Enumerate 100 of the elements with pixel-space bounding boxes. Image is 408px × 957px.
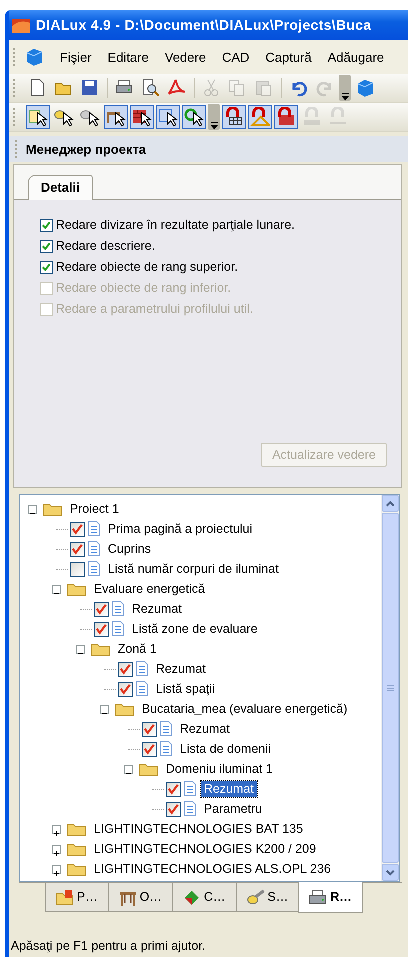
expander-button[interactable] <box>52 824 61 834</box>
checkbox[interactable] <box>70 522 85 536</box>
caret-icon <box>386 500 395 506</box>
document-icon <box>88 561 101 577</box>
window-title: DIALux 4.9 - D:\Document\DIALux\Projects\Buca <box>36 17 372 33</box>
toolbar-button[interactable] <box>130 105 154 129</box>
tree-item[interactable]: Zonă 1 <box>115 641 160 657</box>
toolbar-overflow-button[interactable] <box>339 75 351 101</box>
checkbox[interactable] <box>40 240 53 252</box>
magnet-icon <box>302 107 322 127</box>
magnet-icon <box>328 107 348 127</box>
toolbar-button[interactable] <box>26 105 50 129</box>
folder-icon <box>139 762 159 776</box>
folder-icon <box>67 842 87 856</box>
expander-button[interactable] <box>52 844 61 854</box>
document-icon <box>136 661 149 677</box>
expander-button[interactable] <box>76 644 85 654</box>
tree-item[interactable]: Listă număr corpuri de iluminat <box>105 561 282 577</box>
folder-icon <box>43 502 63 516</box>
tab[interactable]: C… <box>172 883 237 912</box>
checkbox[interactable] <box>94 622 109 636</box>
pointer-icon <box>184 107 204 127</box>
tab[interactable]: S… <box>236 883 300 912</box>
tree-item[interactable]: LIGHTINGTECHNOLOGIES BAT 135 <box>91 821 306 837</box>
tree-item[interactable]: Rezumat <box>129 601 186 617</box>
checkbox-label: Redare descriere. <box>56 239 156 253</box>
document-icon <box>184 781 197 797</box>
toolbar-button[interactable] <box>104 105 128 129</box>
tab[interactable]: O… <box>108 883 174 912</box>
pointer-icon <box>132 107 152 127</box>
cube-icon <box>355 78 375 98</box>
folder-icon <box>67 822 87 836</box>
panel-title: Менеджер проекта <box>26 142 146 156</box>
scroll-down-button[interactable] <box>382 864 399 881</box>
tree-item[interactable]: Domeniu iluminat 1 <box>163 761 276 777</box>
checkbox[interactable] <box>70 542 85 556</box>
magnet-icon <box>250 107 270 127</box>
magnet-icon <box>276 107 296 127</box>
tree-item[interactable]: Listă spaţii <box>153 681 218 697</box>
tab[interactable]: P… <box>45 883 109 912</box>
tree-item[interactable]: Rezumat <box>177 721 234 737</box>
tree-item[interactable]: Cuprins <box>105 541 154 557</box>
tree-item[interactable]: Rezumat <box>153 661 210 677</box>
toolbar-button[interactable] <box>156 105 180 129</box>
checkbox[interactable] <box>118 662 133 676</box>
scrollbar-thumb[interactable] <box>382 513 399 863</box>
app-icon <box>11 16 31 34</box>
menu-item[interactable]: Adăugare <box>320 50 392 64</box>
checkbox-label: Redare a parametrului profilului util. <box>56 302 254 316</box>
tree-item[interactable]: Bucataria_mea (evaluare energetică) <box>139 701 351 717</box>
menu-item[interactable]: Editare <box>100 50 157 64</box>
checkbox[interactable] <box>94 602 109 616</box>
checkbox[interactable] <box>166 802 181 816</box>
checkbox-label: Redare divizare în rezultate parţiale lunare. <box>56 218 296 232</box>
expander-button[interactable] <box>52 864 61 874</box>
document-icon <box>160 721 173 737</box>
tree-item[interactable]: LIGHTINGTECHNOLOGIES K200 / 209 <box>91 841 320 857</box>
tab[interactable]: Detalii <box>28 175 94 200</box>
toolbar-overflow-button[interactable] <box>208 104 220 130</box>
menu-item[interactable]: Fişier <box>52 50 100 64</box>
document-icon <box>88 521 101 537</box>
document-icon <box>160 741 173 757</box>
checkbox[interactable] <box>70 562 85 576</box>
menu-item[interactable]: CAD <box>214 50 258 64</box>
folder-icon <box>91 642 111 656</box>
tree-item[interactable]: Lista de domenii <box>177 741 274 757</box>
checkbox[interactable] <box>40 218 53 232</box>
tree-item[interactable]: Rezumat <box>201 781 258 797</box>
scroll-up-button[interactable] <box>382 495 399 512</box>
color-tile-icon <box>183 888 202 906</box>
menu-item[interactable]: Captură <box>258 50 320 64</box>
expander-button[interactable] <box>124 764 133 774</box>
status-text: Apăsaţi pe F1 pentru a primi ajutor. <box>10 938 207 955</box>
folder-icon <box>115 702 135 716</box>
tree-item[interactable]: LIGHTINGTECHNOLOGIES ALS.OPL 236 <box>91 861 334 877</box>
tree-item[interactable]: Prima pagină a proiectului <box>105 521 256 537</box>
toolbar-button[interactable] <box>222 105 246 129</box>
folder-icon <box>67 862 87 876</box>
checkbox[interactable] <box>40 260 53 274</box>
toolbar-button[interactable] <box>182 105 206 129</box>
tree-item[interactable]: Listă zone de evaluare <box>129 621 261 637</box>
document-icon <box>112 621 125 637</box>
magnet-icon <box>224 107 244 127</box>
checkbox[interactable] <box>142 722 157 736</box>
tree-item[interactable]: Evaluare energetică <box>91 581 208 597</box>
expander-button[interactable] <box>28 504 37 514</box>
folder-icon <box>67 582 87 596</box>
checkbox[interactable] <box>166 782 181 796</box>
folder-icon <box>56 888 74 906</box>
tree-item[interactable]: Parametru <box>201 801 266 817</box>
document-icon <box>112 601 125 617</box>
checkbox[interactable] <box>118 682 133 696</box>
tree-item[interactable]: Proiect 1 <box>67 501 122 517</box>
tab[interactable]: R… <box>298 882 363 913</box>
caret-icon <box>386 870 395 876</box>
expander-button[interactable] <box>100 704 109 714</box>
caret-icon <box>210 122 218 130</box>
expander-button[interactable] <box>52 584 61 594</box>
menu-item[interactable]: Vedere <box>156 50 214 64</box>
checkbox[interactable] <box>142 742 157 756</box>
